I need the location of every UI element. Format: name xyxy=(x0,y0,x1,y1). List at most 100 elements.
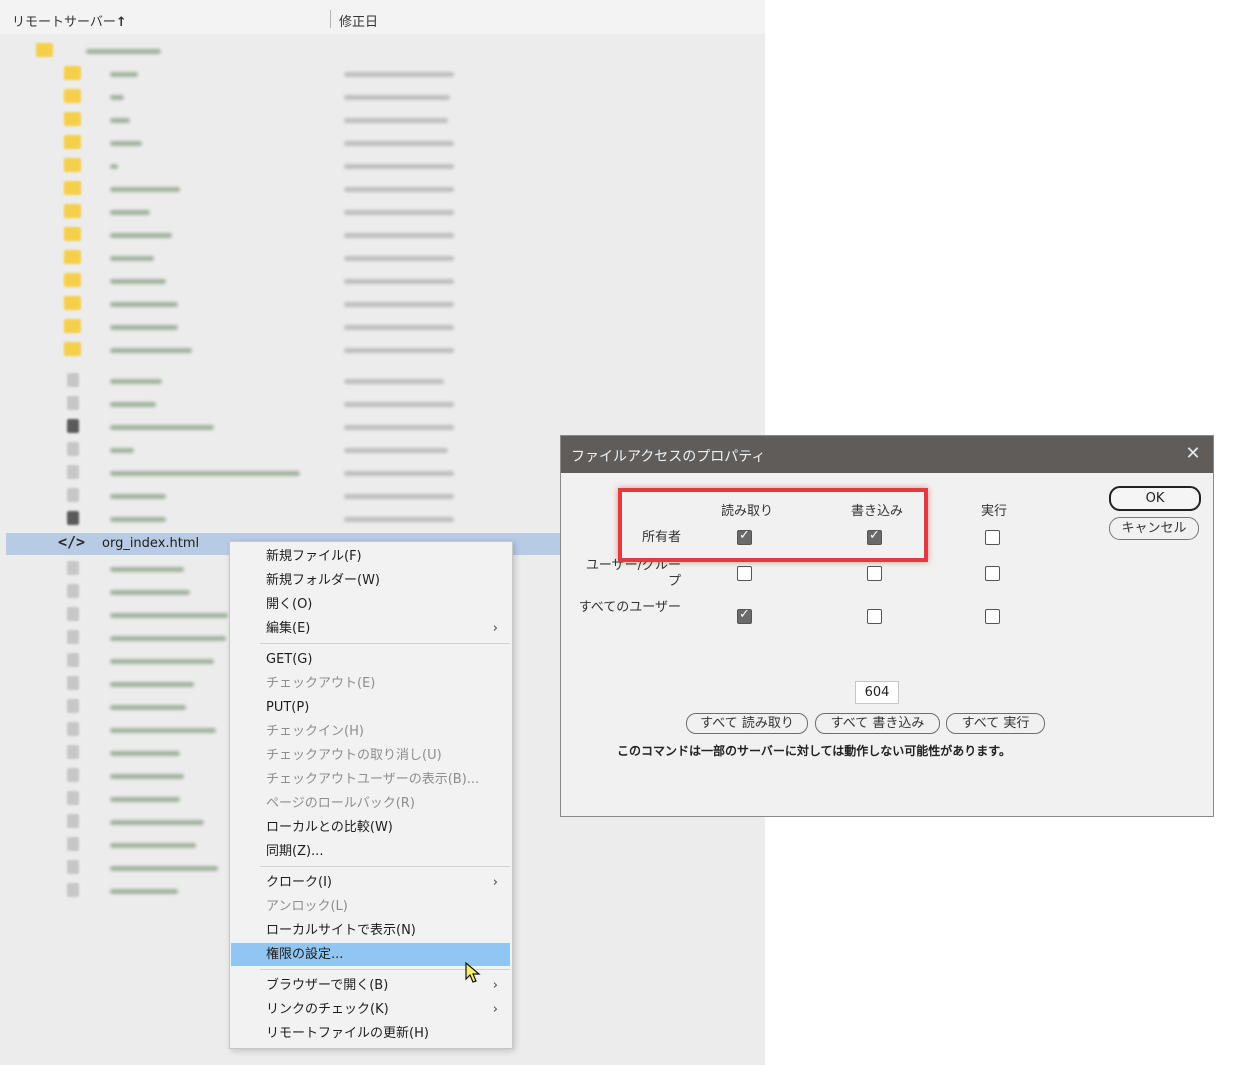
menu-item-undo-checkout[interactable]: チェックアウトの取り消し(U) xyxy=(231,744,510,767)
chevron-right-icon: › xyxy=(492,621,498,636)
menu-item-label: ローカルサイトで表示(N) xyxy=(266,923,416,938)
file-row[interactable] xyxy=(6,86,761,108)
menu-item-label: 開く(O) xyxy=(266,597,313,612)
folder-icon xyxy=(64,66,81,80)
menu-divider xyxy=(260,866,510,867)
file-icon xyxy=(67,607,79,621)
file-icon xyxy=(67,791,79,805)
column-remote-server[interactable]: リモートサーバー↑ xyxy=(12,11,127,30)
all-write-button[interactable]: すべて 書き込み xyxy=(815,713,940,734)
file-row[interactable] xyxy=(6,393,761,415)
file-icon xyxy=(67,860,79,874)
menu-item-label: 新規フォルダー(W) xyxy=(266,573,380,588)
chevron-right-icon: › xyxy=(492,1002,498,1017)
menu-item-edit[interactable]: 編集(E) › xyxy=(231,617,510,640)
menu-item-checkout[interactable]: チェックアウト(E) xyxy=(231,672,510,695)
file-icon xyxy=(67,630,79,644)
folder-icon xyxy=(64,296,81,310)
all-execute-checkbox[interactable] xyxy=(985,609,1000,624)
file-icon xyxy=(67,584,79,598)
folder-icon xyxy=(64,112,81,126)
selected-file-name: org_index.html xyxy=(102,536,200,551)
file-row[interactable] xyxy=(6,247,761,269)
folder-icon xyxy=(36,43,53,57)
file-icon xyxy=(67,442,79,456)
folder-icon xyxy=(64,250,81,264)
file-row[interactable] xyxy=(6,178,761,200)
file-icon xyxy=(67,653,79,667)
column-execute: 実行 xyxy=(981,504,1008,519)
all-write-checkbox[interactable] xyxy=(867,609,882,624)
all-read-button[interactable]: すべて 読み取り xyxy=(686,713,808,734)
folder-icon xyxy=(64,227,81,241)
file-icon xyxy=(67,561,79,575)
menu-item-refresh-remote[interactable]: リモートファイルの更新(H) xyxy=(231,1022,510,1045)
menu-item-new-file[interactable]: 新規ファイル(F) xyxy=(231,545,510,568)
file-row[interactable] xyxy=(6,155,761,177)
octal-permission-field[interactable]: 604 xyxy=(855,681,899,704)
file-icon xyxy=(67,511,79,525)
file-icon xyxy=(67,676,79,690)
menu-item-cloak[interactable]: クローク(I) › xyxy=(231,871,510,894)
owner-execute-checkbox[interactable] xyxy=(985,530,1000,545)
file-row[interactable] xyxy=(6,109,761,131)
file-row[interactable] xyxy=(6,339,761,361)
file-row[interactable] xyxy=(6,293,761,315)
all-read-checkbox[interactable] xyxy=(737,607,752,624)
menu-item-show-checkout-user[interactable]: チェックアウトユーザーの表示(B)... xyxy=(231,768,510,791)
menu-item-show-in-local-site[interactable]: ローカルサイトで表示(N) xyxy=(231,919,510,942)
menu-item-label: リモートファイルの更新(H) xyxy=(266,1026,429,1041)
file-icon xyxy=(67,722,79,736)
menu-item-checkin[interactable]: チェックイン(H) xyxy=(231,720,510,743)
file-row[interactable] xyxy=(6,201,761,223)
file-row[interactable] xyxy=(6,63,761,85)
folder-icon xyxy=(64,181,81,195)
menu-item-open[interactable]: 開く(O) xyxy=(231,593,510,616)
file-row[interactable] xyxy=(6,316,761,338)
menu-item-compare-local[interactable]: ローカルとの比較(W) xyxy=(231,816,510,839)
folder-icon xyxy=(64,342,81,356)
menu-item-new-folder[interactable]: 新規フォルダー(W) xyxy=(231,569,510,592)
annotation-highlight-box xyxy=(618,488,928,562)
row-group-label: ユーザー/グループ xyxy=(585,558,681,589)
file-icon xyxy=(67,488,79,502)
file-icon xyxy=(67,396,79,410)
menu-item-label: 権限の設定... xyxy=(266,947,344,962)
cancel-button[interactable]: キャンセル xyxy=(1109,517,1199,540)
menu-item-unlock[interactable]: アンロック(L) xyxy=(231,895,510,918)
file-icon xyxy=(67,465,79,479)
file-icon xyxy=(67,699,79,713)
menu-divider xyxy=(260,643,510,644)
menu-item-label: ローカルとの比較(W) xyxy=(266,820,393,835)
chevron-right-icon: › xyxy=(492,978,498,993)
menu-item-synchronize[interactable]: 同期(Z)... xyxy=(231,840,510,863)
menu-item-label: チェックアウト(E) xyxy=(266,676,376,691)
all-execute-button[interactable]: すべて 実行 xyxy=(946,713,1045,734)
group-read-checkbox[interactable] xyxy=(737,566,752,581)
menu-item-get[interactable]: GET(G) xyxy=(231,648,510,671)
menu-item-check-links[interactable]: リンクのチェック(K) › xyxy=(231,998,510,1021)
menu-item-label: チェックイン(H) xyxy=(266,724,364,739)
file-icon xyxy=(67,814,79,828)
file-row[interactable] xyxy=(6,270,761,292)
close-icon[interactable]: ✕ xyxy=(1181,442,1205,466)
column-divider[interactable] xyxy=(330,10,331,28)
menu-item-label: ページのロールバック(R) xyxy=(266,796,415,811)
file-icon xyxy=(67,419,79,433)
group-write-checkbox[interactable] xyxy=(867,566,882,581)
file-row[interactable] xyxy=(6,224,761,246)
folder-icon xyxy=(64,89,81,103)
file-row[interactable] xyxy=(6,370,761,392)
column-modified-date[interactable]: 修正日 xyxy=(339,11,378,30)
file-icon xyxy=(67,837,79,851)
dialog-title-bar[interactable]: ファイルアクセスのプロパティ ✕ xyxy=(561,436,1213,473)
menu-item-label: ブラウザーで開く(B) xyxy=(266,978,389,993)
ok-button[interactable]: OK xyxy=(1109,486,1201,511)
compatibility-warning: このコマンドは一部のサーバーに対しては動作しない可能性があります。 xyxy=(616,744,1012,758)
file-icon xyxy=(67,768,79,782)
file-row[interactable] xyxy=(6,40,761,62)
menu-item-put[interactable]: PUT(P) xyxy=(231,696,510,719)
file-row[interactable] xyxy=(6,132,761,154)
group-execute-checkbox[interactable] xyxy=(985,566,1000,581)
menu-item-rollback-page[interactable]: ページのロールバック(R) xyxy=(231,792,510,815)
